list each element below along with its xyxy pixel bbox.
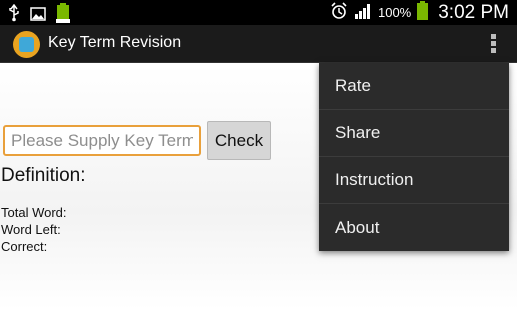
overflow-menu: Rate Share Instruction About: [319, 63, 509, 251]
battery-notification-icon: [56, 3, 70, 27]
status-bar: 100% 3:02 PM: [0, 0, 517, 25]
action-bar: Key Term Revision: [0, 25, 517, 63]
menu-item-instruction[interactable]: Instruction: [319, 157, 509, 204]
definition-label: Definition:: [1, 165, 86, 186]
app-icon[interactable]: [13, 31, 40, 58]
total-word-label: Total Word:: [1, 205, 67, 220]
image-icon: [30, 6, 46, 25]
clock: 3:02 PM: [438, 1, 509, 23]
menu-item-about[interactable]: About: [319, 204, 509, 251]
overflow-menu-icon[interactable]: [487, 33, 499, 55]
system-icons: 100% 3:02 PM: [330, 0, 509, 25]
battery-icon: [417, 1, 429, 24]
word-left-label: Word Left:: [1, 222, 61, 237]
app-title: Key Term Revision: [48, 34, 182, 51]
correct-label: Correct:: [1, 239, 48, 254]
menu-item-rate[interactable]: Rate: [319, 63, 509, 110]
check-button[interactable]: Check: [207, 121, 271, 160]
app-icon-book: [19, 37, 34, 52]
signal-icon: [354, 3, 372, 23]
usb-icon: [8, 3, 20, 26]
notification-icons: [8, 3, 70, 27]
key-term-input[interactable]: [3, 125, 201, 156]
menu-item-share[interactable]: Share: [319, 110, 509, 157]
battery-percent: 100%: [377, 5, 412, 20]
alarm-icon: [330, 1, 348, 24]
